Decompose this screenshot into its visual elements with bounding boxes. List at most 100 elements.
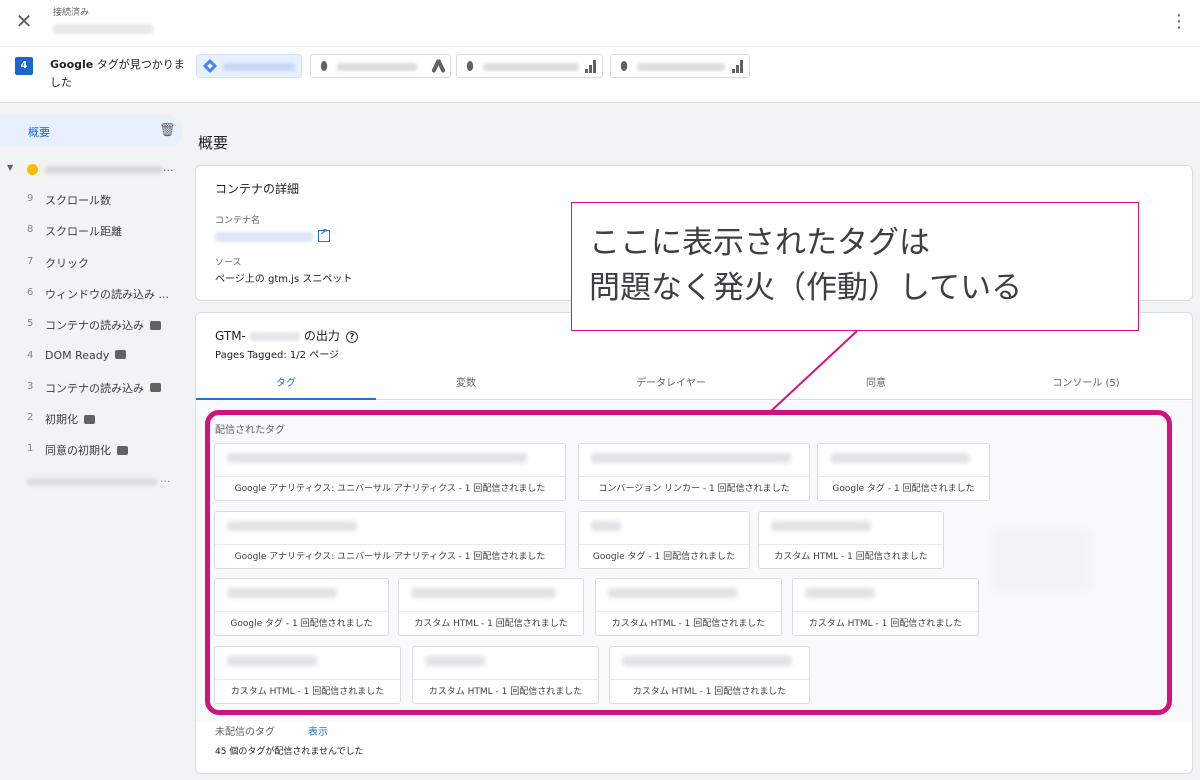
event-label-text: クリック	[45, 256, 89, 270]
container-chip-analytics-2[interactable]: ⬮	[610, 54, 750, 78]
event-label-text: スクロール数	[45, 194, 111, 207]
tag-fired-status: カスタム HTML - 1 回配信されました	[793, 611, 978, 635]
event-label-text: 同意の初期化	[45, 444, 111, 458]
sidebar-event-2[interactable]: 2 初期化	[0, 407, 185, 431]
event-label: ウィンドウの読み込み ...	[45, 286, 169, 302]
sidebar-event-1[interactable]: 1 同意の初期化	[0, 438, 185, 462]
tag-fired-status: コンバージョン リンカー - 1 回配信されました	[579, 476, 809, 500]
tag-fired-status: Google タグ - 1 回配信されました	[818, 476, 989, 500]
tag-fired-status: カスタム HTML - 1 回配信されました	[596, 611, 781, 635]
tag-icon: ⬮	[320, 59, 328, 73]
event-label: 初期化	[45, 411, 95, 427]
container-bar: 4 Google タグが見つかりました ⬮ ⬮ ⬮	[0, 47, 1200, 103]
sidebar-item-overview[interactable]: 概要 🗑	[0, 115, 183, 147]
tab-data-layer[interactable]: データレイヤー	[586, 371, 756, 400]
connection-status: 接続済み	[53, 8, 90, 18]
message-icon	[150, 383, 161, 393]
message-icon	[150, 320, 161, 330]
caret-down-icon[interactable]: ▼	[7, 163, 13, 172]
tag-fired-status: カスタム HTML - 1 回配信されました	[215, 679, 400, 703]
gtm-icon	[202, 58, 218, 74]
tag-name-redacted	[805, 588, 875, 598]
sidebar-event-8[interactable]: 8 スクロール距離	[0, 219, 185, 243]
fired-tag-card[interactable]: Google タグ - 1 回配信されました	[817, 443, 990, 501]
clear-events-icon[interactable]: 🗑	[159, 123, 176, 139]
tab-variables[interactable]: 変数	[376, 371, 556, 400]
container-id-redacted	[249, 332, 300, 341]
message-icon	[117, 445, 128, 455]
more-vert-icon[interactable]: ⋮	[1170, 10, 1188, 34]
sidebar-event-9[interactable]: 9 スクロール数	[0, 188, 185, 212]
tag-name-redacted	[591, 521, 621, 531]
event-number: 1	[27, 443, 34, 455]
annotation-text: ここに表示されたタグは 問題なく発火（作動）している	[589, 221, 1022, 311]
tag-name-redacted	[608, 588, 738, 598]
help-icon[interactable]: ?	[345, 330, 358, 343]
sidebar-event-3[interactable]: 3 コンテナの読み込み	[0, 376, 185, 400]
analytics-icon	[732, 60, 744, 73]
close-icon[interactable]: ✕	[13, 10, 35, 32]
event-number: 4	[27, 349, 34, 361]
show-not-fired-link[interactable]: 表示	[308, 723, 328, 738]
google-ads-icon	[431, 59, 445, 73]
fired-tag-card[interactable]: カスタム HTML - 1 回配信されました	[214, 646, 401, 704]
message-icon	[115, 350, 127, 359]
sidebar-event-6[interactable]: 6 ウィンドウの読み込み ...	[0, 282, 185, 306]
page-title: 概要	[198, 134, 229, 152]
fired-tag-card[interactable]: Google タグ - 1 回配信されました	[578, 511, 750, 569]
container-name-redacted	[215, 232, 313, 242]
tag-fired-status: カスタム HTML - 1 回配信されました	[399, 611, 583, 635]
annotation-callout: ここに表示されたタグは 問題なく発火（作動）している	[571, 202, 1139, 331]
event-label-text: DOM Ready	[45, 348, 110, 362]
sidebar-page-entry[interactable]: ▼ ...	[0, 160, 185, 182]
fired-tag-card[interactable]: カスタム HTML - 1 回配信されました	[595, 578, 782, 636]
container-chip-analytics-1[interactable]: ⬮	[456, 54, 603, 78]
tab-consent[interactable]: 同意	[796, 371, 956, 400]
tag-name-redacted	[227, 588, 337, 598]
tag-fired-status: カスタム HTML - 1 回配信されました	[413, 679, 598, 703]
open-external-icon[interactable]	[318, 228, 330, 242]
event-label: スクロール数	[45, 192, 111, 208]
fired-tag-card[interactable]: Google タグ - 1 回配信されました	[214, 578, 389, 636]
event-label: 同意の初期化	[45, 442, 128, 458]
page-status-dot	[27, 164, 38, 175]
sidebar-event-4[interactable]: 4 DOM Ready	[0, 345, 185, 369]
tag-icon: ⬮	[620, 59, 628, 73]
fired-tag-card[interactable]: カスタム HTML - 1 回配信されました	[758, 511, 944, 569]
source-value: ページ上の gtm.js スニペット	[215, 274, 353, 285]
container-chip-gtm[interactable]	[196, 54, 302, 78]
annotation-line-2: 問題なく発火（作動）している	[589, 270, 1023, 306]
pages-tagged: Pages Tagged: 1/2 ページ	[215, 350, 339, 361]
ellipsis: ...	[160, 472, 171, 485]
tab-tags[interactable]: タグ	[196, 371, 376, 400]
tab-console[interactable]: コンソール (5)	[996, 371, 1176, 400]
event-number: 3	[27, 380, 34, 392]
sidebar-event-7[interactable]: 7 クリック	[0, 251, 185, 275]
tag-name-redacted	[227, 453, 527, 463]
annotation-line-1: ここに表示されたタグは	[589, 225, 930, 261]
tag-name-redacted	[771, 521, 871, 531]
faded-placeholder	[994, 529, 1090, 591]
connected-url-redacted	[53, 24, 153, 34]
sidebar-page-entry-redacted[interactable]	[27, 478, 157, 486]
event-label: クリック	[45, 255, 89, 271]
fired-tags-section: 配信されたタグ Google アナリティクス: ユニバーサル アナリティクス -…	[196, 401, 1192, 721]
fired-tag-card[interactable]: カスタム HTML - 1 回配信されました	[412, 646, 599, 704]
not-fired-label: 未配信のタグ	[215, 727, 275, 738]
event-label: コンテナの読み込み	[45, 380, 161, 396]
fired-tag-card[interactable]: カスタム HTML - 1 回配信されました	[609, 646, 810, 704]
fired-tag-card[interactable]: Google アナリティクス: ユニバーサル アナリティクス - 1 回配信され…	[214, 443, 566, 501]
container-name-label: コンテナ名	[215, 216, 261, 226]
container-chip-ads[interactable]: ⬮	[310, 54, 451, 78]
event-number: 8	[27, 224, 34, 236]
fired-tag-card[interactable]: カスタム HTML - 1 回配信されました	[398, 578, 584, 636]
tags-found-text: Google タグが見つかりました	[50, 58, 185, 89]
page-url-redacted	[45, 166, 163, 174]
sidebar-event-5[interactable]: 5 コンテナの読み込み	[0, 313, 185, 337]
event-label: DOM Ready	[45, 348, 127, 362]
not-fired-count: 45 個のタグが配信されませんでした	[215, 747, 364, 757]
tag-name-redacted	[425, 656, 485, 666]
fired-tag-card[interactable]: コンバージョン リンカー - 1 回配信されました	[578, 443, 810, 501]
fired-tag-card[interactable]: カスタム HTML - 1 回配信されました	[792, 578, 979, 636]
fired-tag-card[interactable]: Google アナリティクス: ユニバーサル アナリティクス - 1 回配信され…	[214, 511, 566, 569]
